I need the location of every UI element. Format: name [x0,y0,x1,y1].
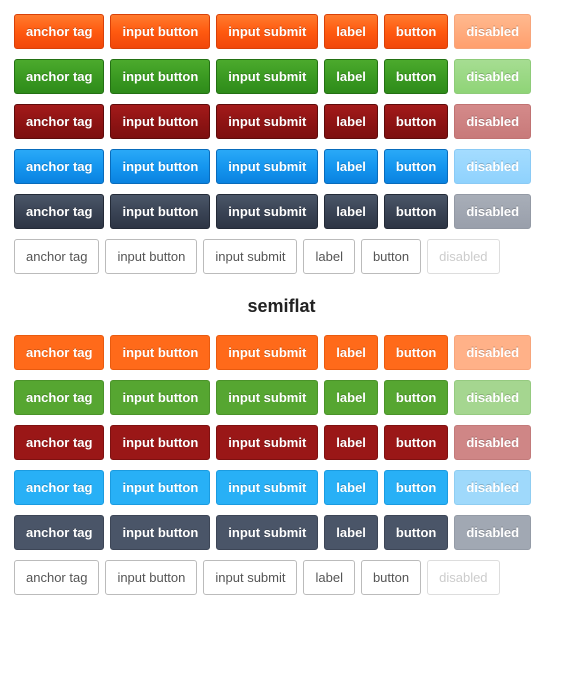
anchor-tag-button[interactable]: anchor tag [14,380,104,415]
row-blue: anchor tag input button input submit lab… [14,470,549,505]
button[interactable]: button [384,104,448,139]
button[interactable]: button [384,149,448,184]
row-white: anchor tag input button input submit lab… [14,560,549,595]
row-white: anchor tag input button input submit lab… [14,239,549,274]
input-submit-button[interactable]: input submit [216,104,318,139]
anchor-tag-button[interactable]: anchor tag [14,515,104,550]
button[interactable]: button [384,194,448,229]
button[interactable]: button [384,470,448,505]
input-button[interactable]: input button [110,194,210,229]
label-button[interactable]: label [324,335,378,370]
label-button[interactable]: label [324,470,378,505]
button[interactable]: button [361,239,421,274]
row-dark: anchor tag input button input submit lab… [14,194,549,229]
disabled-button: disabled [454,14,531,49]
input-submit-button[interactable]: input submit [216,470,318,505]
disabled-button: disabled [454,470,531,505]
section-heading-semiflat: semiflat [14,296,549,317]
input-submit-button[interactable]: input submit [203,560,297,595]
button[interactable]: button [384,14,448,49]
input-button[interactable]: input button [110,59,210,94]
row-blue: anchor tag input button input submit lab… [14,149,549,184]
button-style-3d-block: anchor tag input button input submit lab… [14,14,549,274]
anchor-tag-button[interactable]: anchor tag [14,239,99,274]
input-button[interactable]: input button [110,425,210,460]
input-button[interactable]: input button [110,380,210,415]
input-submit-button[interactable]: input submit [216,380,318,415]
disabled-button: disabled [427,560,499,595]
input-button[interactable]: input button [105,239,197,274]
input-submit-button[interactable]: input submit [216,425,318,460]
input-button[interactable]: input button [105,560,197,595]
label-button[interactable]: label [303,560,354,595]
anchor-tag-button[interactable]: anchor tag [14,470,104,505]
anchor-tag-button[interactable]: anchor tag [14,14,104,49]
disabled-button: disabled [454,149,531,184]
input-button[interactable]: input button [110,515,210,550]
anchor-tag-button[interactable]: anchor tag [14,425,104,460]
input-submit-button[interactable]: input submit [216,149,318,184]
anchor-tag-button[interactable]: anchor tag [14,560,99,595]
row-red: anchor tag input button input submit lab… [14,104,549,139]
input-button[interactable]: input button [110,104,210,139]
input-submit-button[interactable]: input submit [216,59,318,94]
disabled-button: disabled [454,425,531,460]
anchor-tag-button[interactable]: anchor tag [14,104,104,139]
label-button[interactable]: label [324,425,378,460]
button[interactable]: button [361,560,421,595]
label-button[interactable]: label [324,380,378,415]
button[interactable]: button [384,59,448,94]
input-submit-button[interactable]: input submit [216,335,318,370]
disabled-button: disabled [454,104,531,139]
button[interactable]: button [384,515,448,550]
label-button[interactable]: label [324,149,378,184]
input-button[interactable]: input button [110,149,210,184]
button[interactable]: button [384,335,448,370]
label-button[interactable]: label [324,104,378,139]
button-style-semiflat-block: anchor tag input button input submit lab… [14,335,549,595]
label-button[interactable]: label [324,59,378,94]
disabled-button: disabled [454,515,531,550]
row-orange: anchor tag input button input submit lab… [14,14,549,49]
input-button[interactable]: input button [110,335,210,370]
label-button[interactable]: label [303,239,354,274]
row-green: anchor tag input button input submit lab… [14,59,549,94]
label-button[interactable]: label [324,14,378,49]
input-button[interactable]: input button [110,14,210,49]
button[interactable]: button [384,425,448,460]
input-submit-button[interactable]: input submit [216,194,318,229]
anchor-tag-button[interactable]: anchor tag [14,335,104,370]
disabled-button: disabled [454,194,531,229]
row-green: anchor tag input button input submit lab… [14,380,549,415]
input-submit-button[interactable]: input submit [203,239,297,274]
input-submit-button[interactable]: input submit [216,14,318,49]
anchor-tag-button[interactable]: anchor tag [14,59,104,94]
row-dark: anchor tag input button input submit lab… [14,515,549,550]
disabled-button: disabled [454,380,531,415]
disabled-button: disabled [454,335,531,370]
label-button[interactable]: label [324,194,378,229]
disabled-button: disabled [454,59,531,94]
row-orange: anchor tag input button input submit lab… [14,335,549,370]
button[interactable]: button [384,380,448,415]
anchor-tag-button[interactable]: anchor tag [14,149,104,184]
input-button[interactable]: input button [110,470,210,505]
disabled-button: disabled [427,239,499,274]
input-submit-button[interactable]: input submit [216,515,318,550]
anchor-tag-button[interactable]: anchor tag [14,194,104,229]
row-red: anchor tag input button input submit lab… [14,425,549,460]
label-button[interactable]: label [324,515,378,550]
